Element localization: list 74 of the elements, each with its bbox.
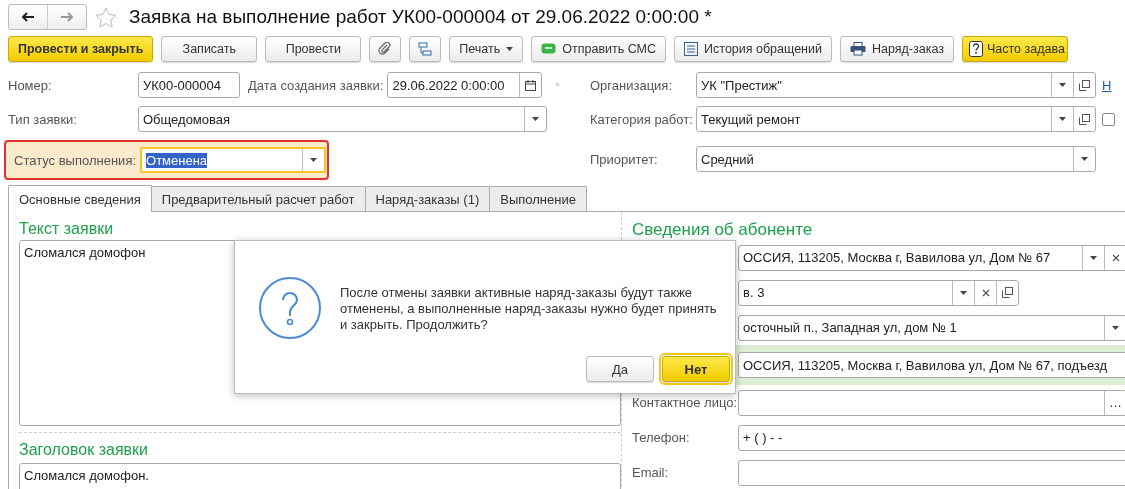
- link[interactable]: Н: [1102, 77, 1112, 93]
- field-value: Сломался домофон: [24, 245, 146, 260]
- address-field[interactable]: ОССИЯ, 113205, Москва г, Вавилова ул, Дом № 67: [738, 244, 1125, 271]
- attach-button[interactable]: [369, 36, 402, 62]
- type-field[interactable]: Общедомовая: [138, 106, 547, 132]
- open-icon[interactable]: [1002, 287, 1013, 298]
- number-field[interactable]: УК00-000004: [138, 72, 240, 98]
- toolbar-button[interactable]: Отправить СМС: [531, 36, 667, 62]
- paperclip-icon: [378, 42, 393, 56]
- toolbar-button[interactable]: Записать: [161, 36, 258, 62]
- dropdown-icon[interactable]: [960, 290, 967, 295]
- date-field[interactable]: 29.06.2022 0:00:00: [387, 72, 543, 98]
- text-area[interactable]: Сломался домофон.: [19, 463, 621, 489]
- field-label: Приоритет:: [590, 151, 659, 167]
- print-menu-button[interactable]: Печать: [449, 36, 524, 62]
- arrow-right-icon[interactable]: [60, 12, 74, 22]
- open-icon[interactable]: [1079, 113, 1090, 125]
- toolbar-button[interactable]: Провести и закрыть: [8, 36, 154, 62]
- field-label: Организация:: [590, 77, 674, 93]
- tab[interactable]: Наряд-заказы (1): [364, 186, 491, 211]
- priority-field[interactable]: Средний: [696, 146, 1096, 172]
- category-field[interactable]: Текущий ремонт: [696, 106, 1096, 132]
- tab[interactable]: Выполнение: [489, 186, 587, 211]
- field-label: Дата создания заявки:: [248, 77, 384, 93]
- field-label: Телефон:: [632, 430, 691, 445]
- field-label: Тип заявки:: [8, 111, 78, 127]
- section-heading: Заголовок заявки: [19, 441, 149, 460]
- field-label: Статус выполнения:: [14, 152, 137, 168]
- dropdown-icon[interactable]: [532, 117, 539, 121]
- arrow-left-icon[interactable]: [21, 12, 35, 22]
- clear-icon[interactable]: [1111, 253, 1120, 262]
- address-field[interactable]: ОССИЯ, 113205, Москва г, Вавилова ул, Дом № 67, подъезд: [738, 352, 1125, 378]
- toolbar-button[interactable]: История обращений: [674, 36, 832, 62]
- input-field[interactable]: [738, 459, 1125, 486]
- calendar-icon[interactable]: [525, 79, 537, 91]
- list-icon: [684, 42, 699, 56]
- dropdown-icon[interactable]: [1112, 325, 1119, 330]
- organization-field[interactable]: УК "Престиж": [696, 72, 1096, 98]
- section-heading: Сведения об абоненте: [632, 220, 814, 240]
- structure-icon: [418, 42, 433, 56]
- dropdown-icon[interactable]: [310, 158, 318, 162]
- clear-icon[interactable]: [981, 288, 990, 297]
- dialog-message: После отмены заявки активные наряд-заказы будут также отменены, а выполненные наряд-заказы нужно будет принять и закрыть. Продолжить?: [340, 285, 718, 333]
- contact-field[interactable]: …: [738, 389, 1125, 416]
- tab[interactable]: Основные сведения: [8, 185, 152, 212]
- section-heading: Текст заявки: [19, 220, 115, 239]
- toolbar-button[interactable]: Часто задава: [962, 36, 1068, 62]
- field-label: Контактное лицо:: [632, 395, 738, 410]
- question-icon: [258, 276, 322, 340]
- choose-button[interactable]: …: [1109, 395, 1122, 410]
- toolbar-button[interactable]: Провести: [265, 36, 362, 62]
- tab[interactable]: Предварительный расчет работ: [150, 186, 366, 211]
- dialog-button[interactable]: Да: [586, 356, 654, 382]
- open-icon[interactable]: [1079, 79, 1090, 91]
- dialog-button[interactable]: Нет: [662, 356, 730, 382]
- window-title: Заявка на выполнение работ УК00-000004 от 29.06.2022 0:00:00 *: [129, 6, 712, 28]
- help-icon: [969, 41, 983, 57]
- dropdown-icon[interactable]: [1081, 157, 1088, 161]
- star-icon[interactable]: [95, 6, 117, 28]
- dropdown-icon[interactable]: [1090, 255, 1097, 260]
- apartment-field[interactable]: в. 3: [738, 279, 1019, 306]
- dropdown-icon[interactable]: [506, 47, 514, 51]
- toolbar-button[interactable]: Наряд-заказ: [840, 36, 954, 62]
- message-icon: [541, 42, 557, 56]
- printer-icon: [850, 42, 866, 56]
- field-label: Категория работ:: [590, 111, 694, 127]
- checkbox[interactable]: [1102, 112, 1115, 126]
- dropdown-icon[interactable]: [1059, 83, 1066, 87]
- address-field[interactable]: осточный п., Западная ул, дом № 1: [738, 314, 1125, 341]
- dropdown-icon[interactable]: [1059, 117, 1066, 121]
- field-label: Номер:: [8, 77, 53, 93]
- input-field[interactable]: + ( ) - -: [738, 424, 1125, 451]
- field-label: Email:: [632, 465, 670, 480]
- status-field[interactable]: Отменена: [140, 147, 327, 173]
